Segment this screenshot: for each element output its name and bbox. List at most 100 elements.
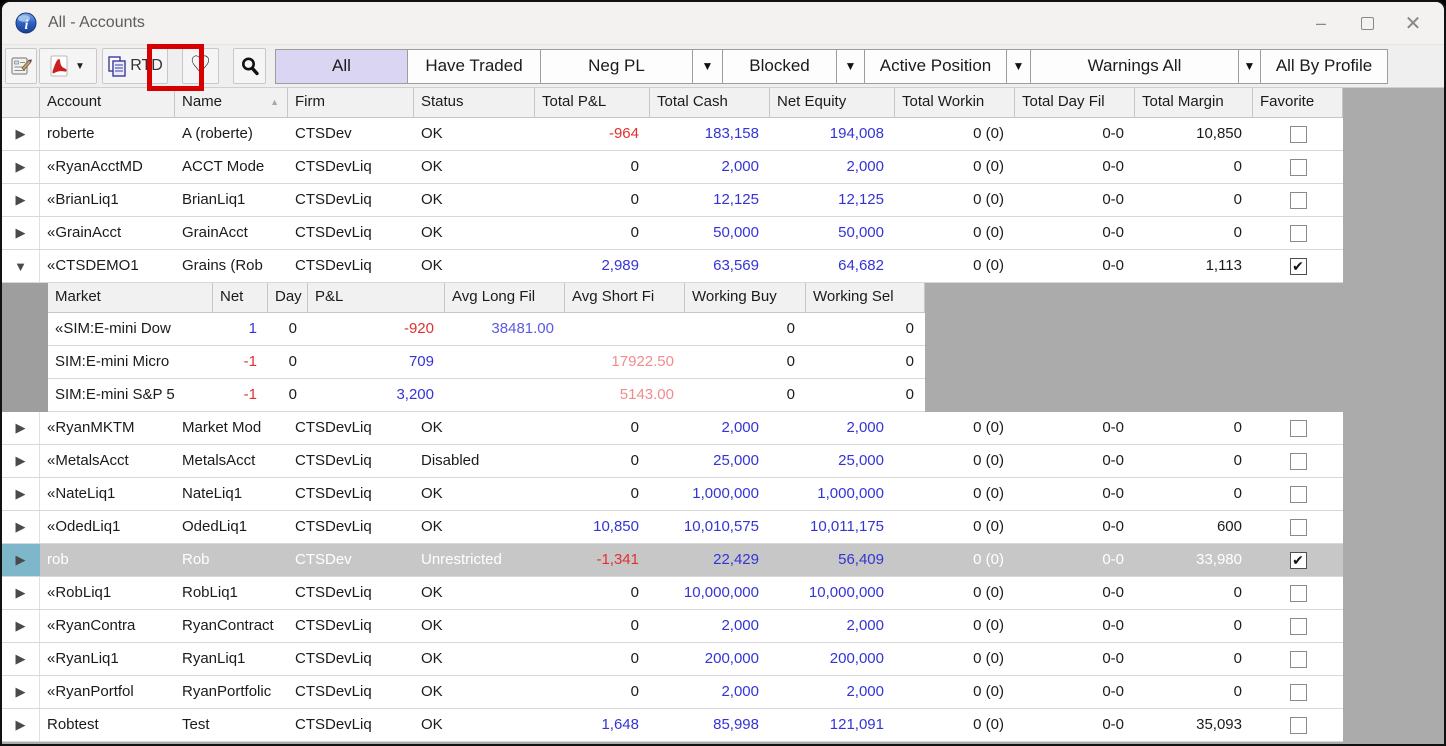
filter-blocked[interactable]: Blocked [722, 49, 836, 84]
subcolumn-header-avg-long-fil[interactable]: Avg Long Fil [445, 283, 565, 313]
subcolumn-header-avg-short-fi[interactable]: Avg Short Fi [565, 283, 685, 313]
market-row[interactable]: «SIM:E-mini Dow10-92038481.0000 [48, 313, 925, 346]
collapse-arrow-icon[interactable]: ▼ [14, 259, 27, 274]
cell-equity: 2,000 [770, 676, 895, 708]
cell-day_fills: 0-0 [1015, 184, 1135, 216]
column-header-firm[interactable]: Firm [288, 88, 414, 118]
search-button[interactable] [233, 48, 266, 84]
account-row[interactable]: ▶«BrianLiq1BrianLiq1CTSDevLiqOK012,12512… [2, 184, 1343, 217]
account-row[interactable]: ▼«CTSDEMO1Grains (RobCTSDevLiqOK2,98963,… [2, 250, 1343, 283]
filter-neg-pl[interactable]: Neg PL [540, 49, 692, 84]
account-row[interactable]: ▶robRobCTSDevUnrestricted-1,34122,42956,… [2, 544, 1343, 577]
filter-all[interactable]: All [275, 49, 407, 84]
column-header-name[interactable]: Name▲ [175, 88, 288, 118]
expand-arrow-icon[interactable]: ▶ [16, 585, 26, 601]
expand-arrow-icon[interactable]: ▶ [16, 519, 26, 535]
favorite-checkbox[interactable] [1290, 651, 1307, 668]
expand-arrow-icon[interactable]: ▶ [16, 420, 26, 436]
export-pdf-button[interactable]: ▼ [39, 48, 97, 84]
favorite-checkbox[interactable] [1290, 684, 1307, 701]
expand-arrow-icon[interactable]: ▶ [16, 486, 26, 502]
copy-rtd-button[interactable]: RTD [102, 48, 168, 84]
subcolumn-header-p-l[interactable]: P&L [308, 283, 445, 313]
filter-warnings-all[interactable]: Warnings All [1030, 49, 1238, 84]
expand-arrow-icon[interactable]: ▶ [16, 717, 26, 733]
market-row[interactable]: SIM:E-mini S&P 5-103,2005143.0000 [48, 379, 925, 412]
favorite-checkbox[interactable] [1290, 225, 1307, 242]
cell-day_fills: 0-0 [1015, 445, 1135, 477]
favorite-checkbox[interactable] [1290, 453, 1307, 470]
maximize-button[interactable] [1344, 6, 1390, 42]
account-row[interactable]: ▶«OdedLiq1OdedLiq1CTSDevLiqOK10,85010,01… [2, 511, 1343, 544]
expand-arrow-icon[interactable]: ▶ [16, 192, 26, 208]
account-row[interactable]: ▶«RyanAcctMDACCT ModeCTSDevLiqOK02,0002,… [2, 151, 1343, 184]
favorite-checkbox[interactable] [1290, 519, 1307, 536]
favorite-checkbox[interactable] [1290, 618, 1307, 635]
column-header-total-margin[interactable]: Total Margin [1135, 88, 1253, 118]
cell-avg_short: 5143.00 [565, 379, 685, 411]
column-header-total-workin[interactable]: Total Workin [895, 88, 1015, 118]
cell-working: 0 (0) [895, 184, 1015, 216]
account-row[interactable]: ▶«NateLiq1NateLiq1CTSDevLiqOK01,000,0001… [2, 478, 1343, 511]
cell-day_fills: 0-0 [1015, 118, 1135, 150]
filter-neg-pl-dropdown[interactable]: ▼ [692, 49, 722, 84]
column-header-label: Favorite [1260, 93, 1314, 110]
filter-have-traded[interactable]: Have Traded [407, 49, 540, 84]
cell-firm: CTSDevLiq [288, 151, 414, 183]
column-header-status[interactable]: Status [414, 88, 535, 118]
account-row[interactable]: ▶RobtestTestCTSDevLiqOK1,64885,998121,09… [2, 709, 1343, 742]
subcolumn-header-working-buy[interactable]: Working Buy [685, 283, 806, 313]
properties-button[interactable] [5, 48, 37, 84]
minimize-button[interactable]: – [1298, 6, 1344, 42]
favorite-checkbox[interactable] [1290, 159, 1307, 176]
favorite-checkbox[interactable]: ✔ [1290, 552, 1307, 569]
account-row[interactable]: ▶«RyanMKTMMarket ModCTSDevLiqOK02,0002,0… [2, 412, 1343, 445]
favorite-checkbox[interactable] [1290, 126, 1307, 143]
expand-arrow-icon[interactable]: ▶ [16, 126, 26, 142]
favorite-checkbox[interactable]: ✔ [1290, 258, 1307, 275]
favorite-checkbox[interactable] [1290, 486, 1307, 503]
close-button[interactable]: ✕ [1390, 6, 1436, 42]
cell-pnl: 0 [535, 478, 650, 510]
column-header-total-p-l[interactable]: Total P&L [535, 88, 650, 118]
favorite-checkbox[interactable] [1290, 585, 1307, 602]
column-header-net-equity[interactable]: Net Equity [770, 88, 895, 118]
account-row[interactable]: ▶«GrainAcctGrainAcctCTSDevLiqOK050,00050… [2, 217, 1343, 250]
account-row[interactable]: ▶roberteA (roberte)CTSDevOK-964183,15819… [2, 118, 1343, 151]
column-header-favorite[interactable]: Favorite [1253, 88, 1343, 118]
expand-arrow-icon[interactable]: ▶ [16, 159, 26, 175]
filter-all-by-profile[interactable]: All By Profile [1260, 49, 1388, 84]
cell-day_net: 0 [268, 313, 308, 345]
expand-arrow-icon[interactable]: ▶ [16, 225, 26, 241]
expand-arrow-icon[interactable]: ▶ [16, 453, 26, 469]
expand-arrow-icon[interactable]: ▶ [16, 618, 26, 634]
favorites-filter-button[interactable]: ♡ [182, 48, 219, 84]
filter-warnings-all-dropdown[interactable]: ▼ [1238, 49, 1260, 84]
account-row[interactable]: ▶«MetalsAcctMetalsAcctCTSDevLiqDisabled0… [2, 445, 1343, 478]
column-header-total-day-fil[interactable]: Total Day Fil [1015, 88, 1135, 118]
subcolumn-header-working-sel[interactable]: Working Sel [806, 283, 925, 313]
filter-blocked-dropdown[interactable]: ▼ [836, 49, 864, 84]
column-header-total-cash[interactable]: Total Cash [650, 88, 770, 118]
expand-arrow-icon[interactable]: ▶ [16, 552, 26, 568]
subcolumn-header-net[interactable]: Net [213, 283, 268, 313]
account-row[interactable]: ▶«RyanContraRyanContractCTSDevLiqOK02,00… [2, 610, 1343, 643]
filter-active-position[interactable]: Active Position [864, 49, 1006, 84]
subcolumn-header-label: Avg Short Fi [572, 288, 654, 305]
expand-arrow-icon[interactable]: ▶ [16, 684, 26, 700]
favorite-checkbox[interactable] [1290, 192, 1307, 209]
market-row[interactable]: SIM:E-mini Micro-1070917922.5000 [48, 346, 925, 379]
column-header-account[interactable]: Account [40, 88, 175, 118]
pdf-export-icon [48, 54, 72, 78]
account-row[interactable]: ▶«RyanLiq1RyanLiq1CTSDevLiqOK0200,000200… [2, 643, 1343, 676]
subcolumn-header-market[interactable]: Market [48, 283, 213, 313]
expand-arrow-icon[interactable]: ▶ [16, 651, 26, 667]
table-header-row: AccountName▲FirmStatusTotal P&LTotal Cas… [2, 88, 1343, 118]
account-row[interactable]: ▶«RyanPortfolRyanPortfolicCTSDevLiqOK02,… [2, 676, 1343, 709]
account-row[interactable]: ▶«RobLiq1RobLiq1CTSDevLiqOK010,000,00010… [2, 577, 1343, 610]
filter-active-position-dropdown[interactable]: ▼ [1006, 49, 1030, 84]
expander-cell: ▶ [2, 184, 40, 216]
subcolumn-header-day-n[interactable]: Day N [268, 283, 308, 313]
favorite-checkbox[interactable] [1290, 717, 1307, 734]
favorite-checkbox[interactable] [1290, 420, 1307, 437]
